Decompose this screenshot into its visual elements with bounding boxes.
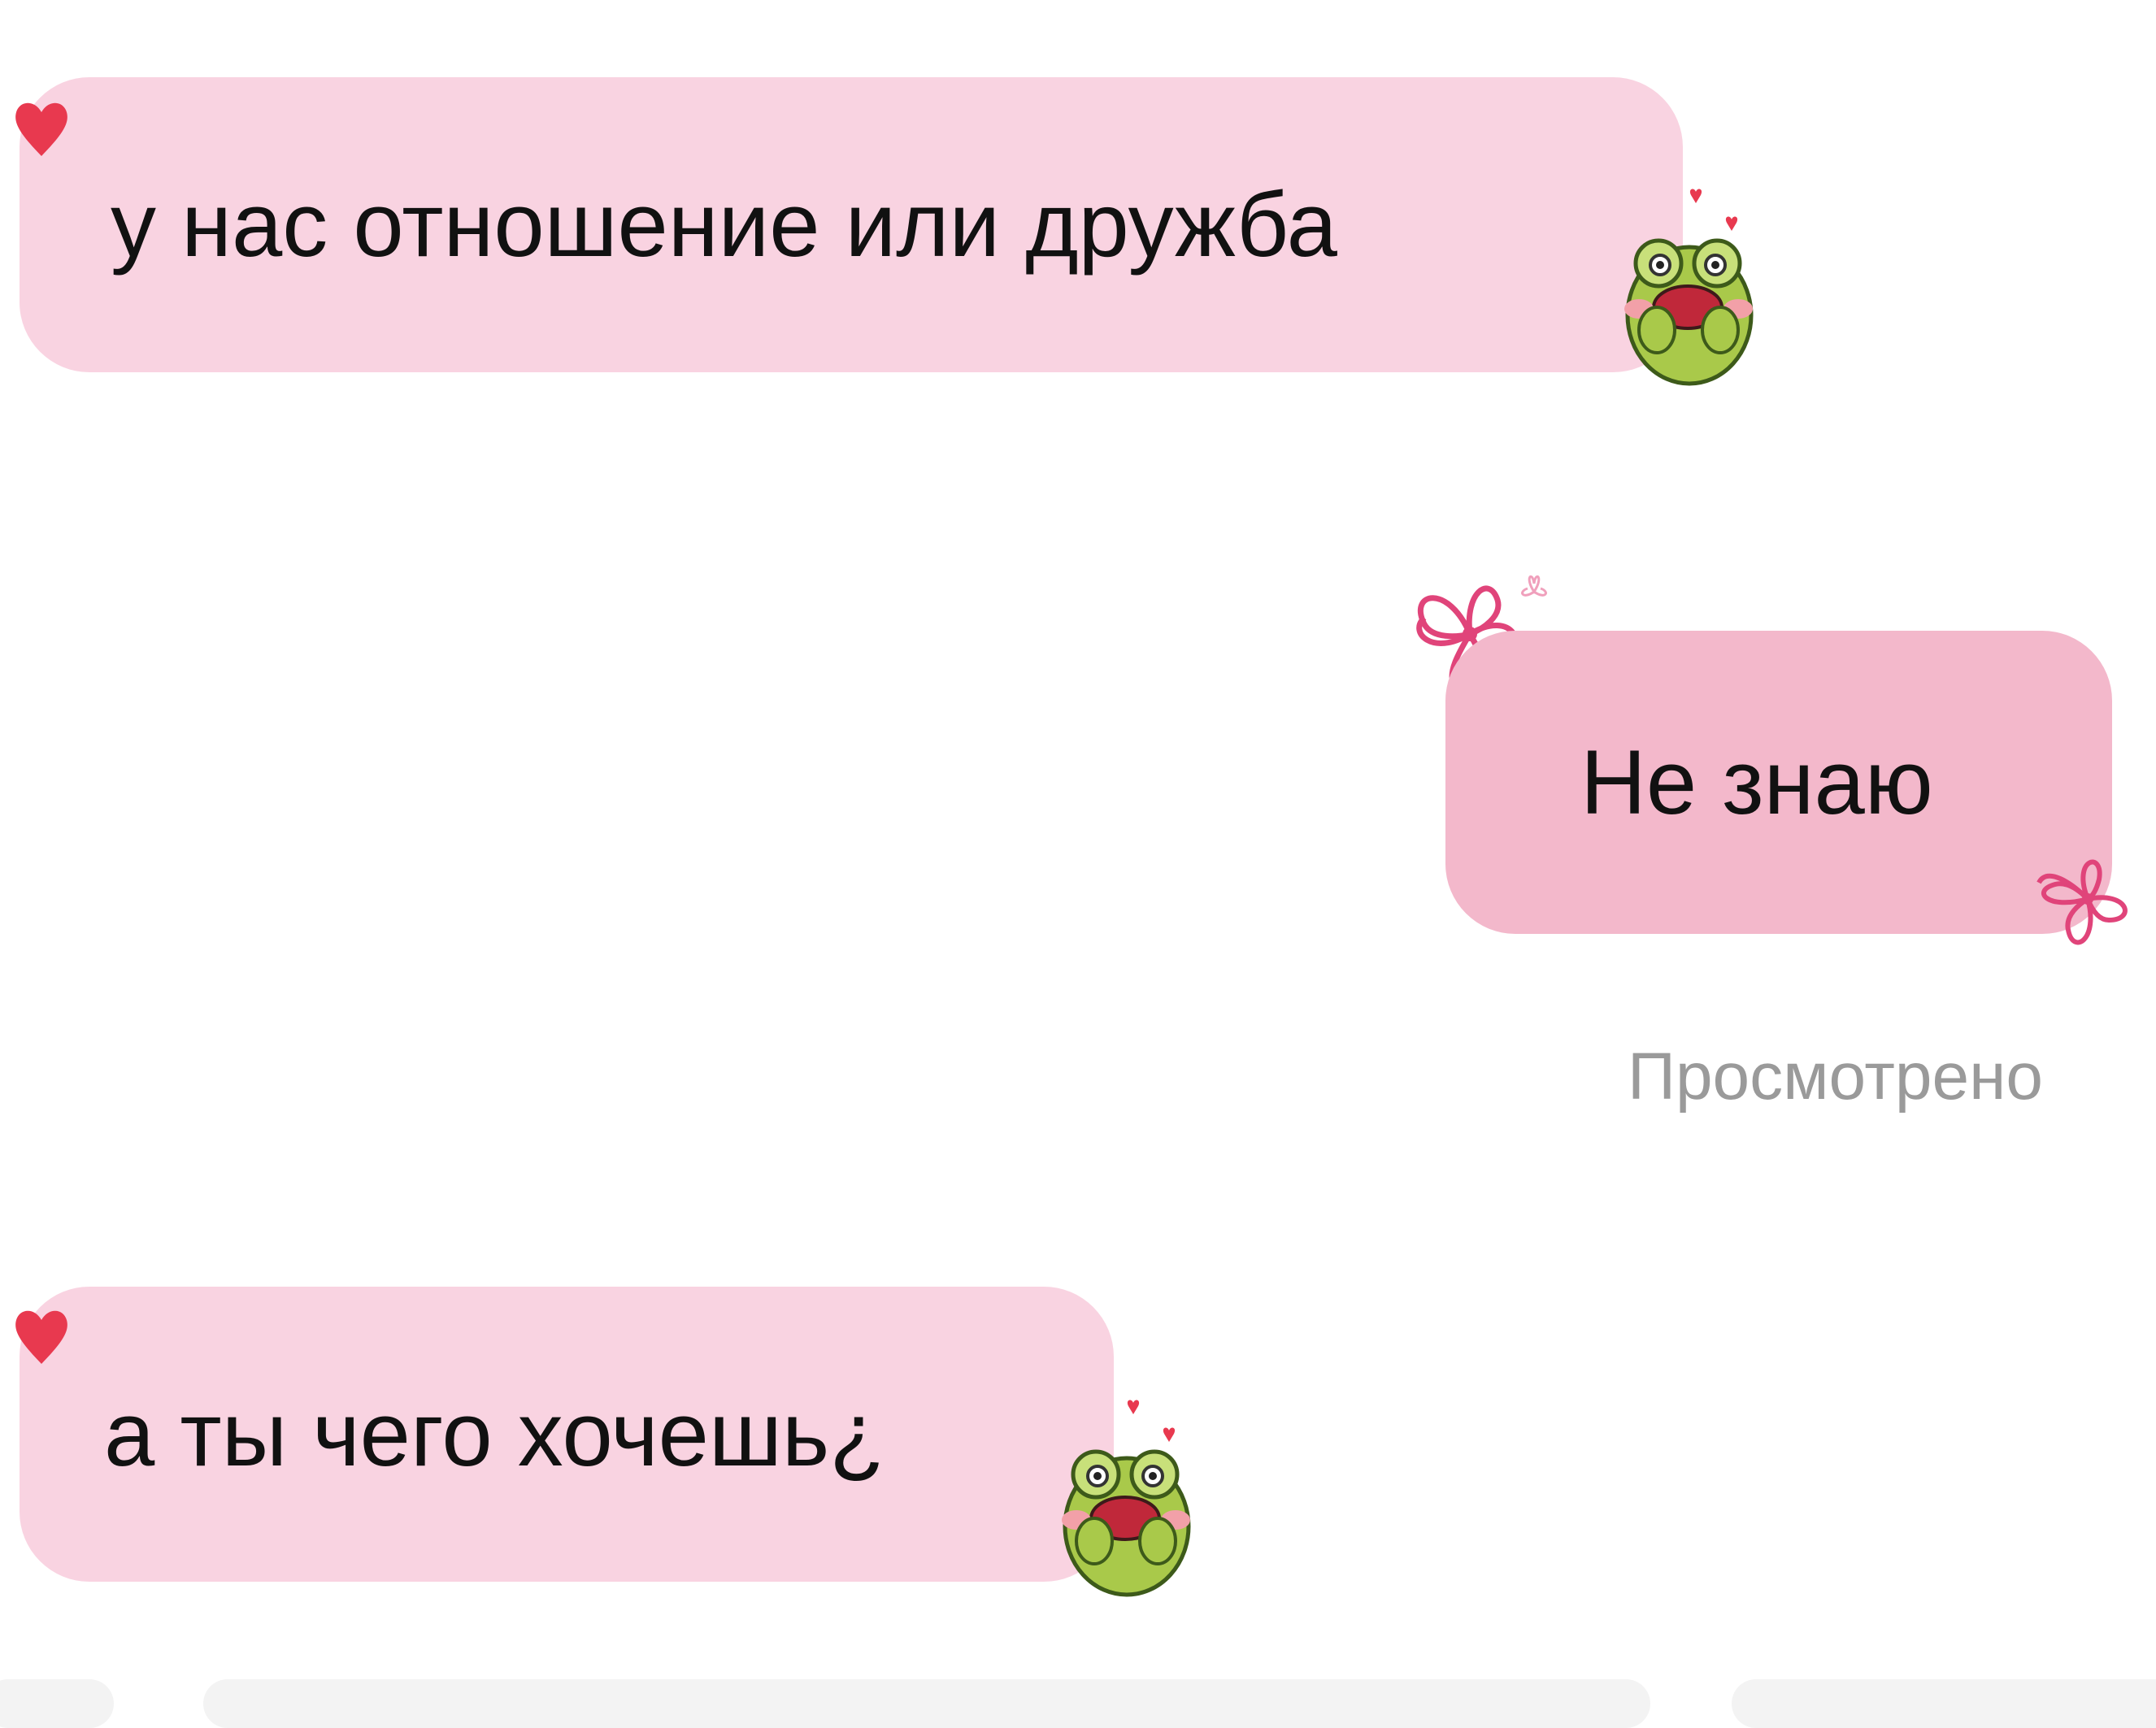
- heart-icon: [15, 102, 67, 156]
- message-bubble-incoming[interactable]: а ты чего хочешь¿: [20, 1287, 1114, 1582]
- seen-status: Просмотрено: [1628, 1040, 2043, 1114]
- frog-sticker-icon: [1624, 189, 1754, 386]
- message-bubble-incoming[interactable]: у нас отношение или дружба: [20, 77, 1683, 372]
- flower-icon: [2036, 859, 2128, 945]
- bottom-bar-button[interactable]: [0, 1679, 114, 1728]
- message-text: а ты чего хочешь¿: [104, 1383, 885, 1485]
- message-input-bar[interactable]: [203, 1679, 1650, 1728]
- heart-icon: [15, 1310, 67, 1364]
- message-text: Не знаю: [1580, 732, 1933, 833]
- message-text: у нас отношение или дружба: [111, 174, 1337, 276]
- frog-sticker-icon: [1062, 1400, 1191, 1597]
- bottom-bar-button[interactable]: [1732, 1679, 2156, 1728]
- message-bubble-outgoing[interactable]: Не знаю: [1445, 631, 2112, 934]
